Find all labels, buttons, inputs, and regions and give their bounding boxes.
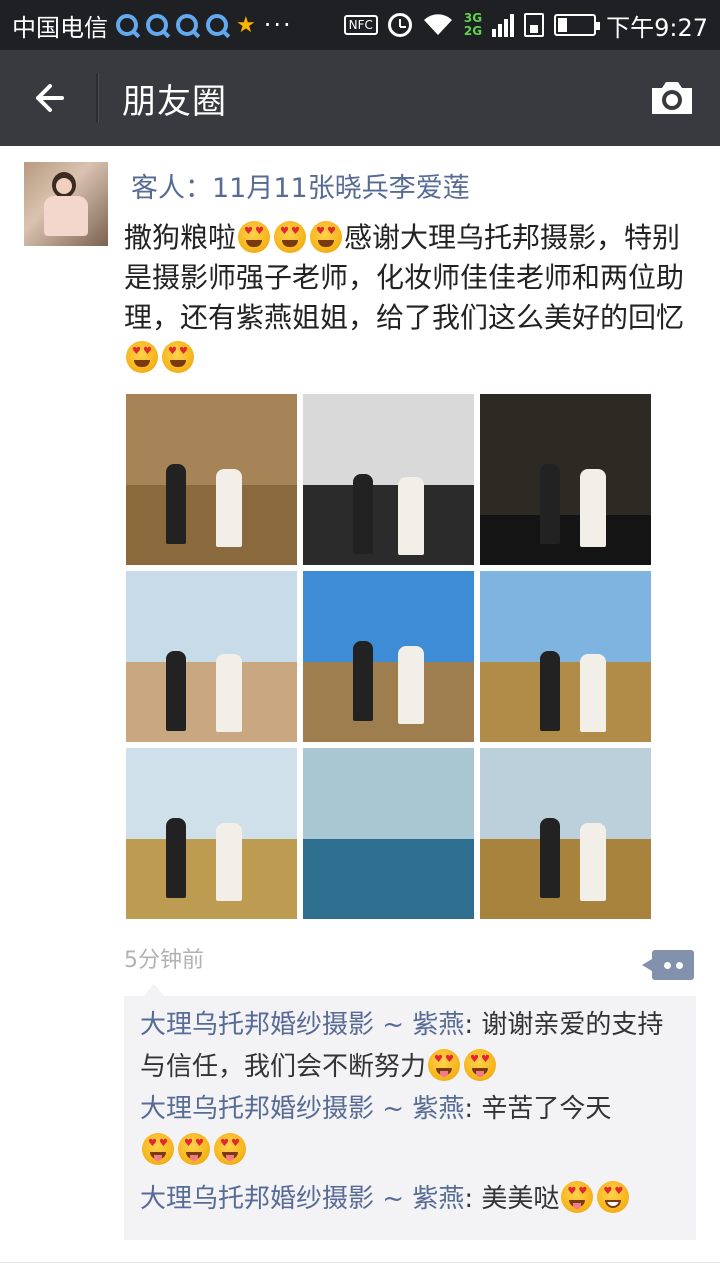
photo-7[interactable]: [126, 748, 297, 919]
carrier-label: 中国电信: [12, 13, 108, 42]
photo-2[interactable]: [303, 394, 474, 565]
comment-author[interactable]: 大理乌托邦婚纱摄影 ~ 紫燕: [140, 1010, 464, 1040]
qq-icon: [206, 14, 228, 36]
grin-emoji-icon: [597, 1181, 630, 1213]
more-dots-icon: ···: [263, 11, 293, 39]
heart-eyes-emoji-icon: [310, 221, 343, 253]
qq-icon: [146, 14, 168, 36]
photo-4[interactable]: [126, 571, 297, 742]
signal-icon: [492, 13, 515, 37]
alarm-icon: [387, 13, 412, 37]
comment-item[interactable]: 大理乌托邦婚纱摄影 ~ 紫燕: 谢谢亲爱的支持与信任，我们会不断努力: [140, 1004, 680, 1088]
camera-button[interactable]: [624, 50, 720, 146]
star-icon: ★: [236, 12, 256, 38]
camera-icon: [652, 82, 692, 114]
qq-icon: [176, 14, 198, 36]
wifi-icon: [422, 13, 454, 37]
comment-item[interactable]: 大理乌托邦婚纱摄影 ~ 紫燕: 辛苦了今天: [140, 1088, 620, 1172]
status-bar: 中国电信 ★ ··· NFC 3G 2G 下午9:27: [0, 0, 720, 50]
comment-item[interactable]: 大理乌托邦婚纱摄影 ~ 紫燕: 美美哒: [140, 1178, 680, 1220]
qq-icon: [116, 14, 138, 36]
tongue-heart-emoji-icon: [178, 1133, 210, 1165]
post-text: 撒狗粮啦感谢大理乌托邦摄影，特别是摄影师强子老师，化妆师佳佳老师和两位助理，还有…: [124, 218, 700, 378]
photo-grid: [126, 394, 652, 919]
heart-eyes-emoji-icon: [238, 221, 271, 253]
arrow-left-icon: [36, 84, 64, 112]
comment-author[interactable]: 大理乌托邦婚纱摄影 ~ 紫燕: [140, 1184, 464, 1214]
back-button[interactable]: [0, 50, 96, 146]
tongue-heart-emoji-icon: [142, 1133, 174, 1165]
post-timestamp: 5分钟前: [124, 948, 204, 973]
photo-1[interactable]: [126, 394, 297, 565]
heart-eyes-emoji-icon: [126, 341, 158, 373]
page-title: 朋友圈: [122, 81, 227, 122]
clock-time: 下午9:27: [606, 13, 708, 42]
app-header: 朋友圈: [0, 50, 720, 146]
sim-icon: [524, 13, 545, 37]
feed-divider: [0, 1262, 720, 1263]
comment-text: : 美美哒: [464, 1184, 560, 1214]
photo-9[interactable]: [480, 748, 651, 919]
comment-author[interactable]: 大理乌托邦婚纱摄影 ~ 紫燕: [140, 1094, 464, 1124]
moments-feed[interactable]: 客人：11月11张晓兵李爱莲 撒狗粮啦感谢大理乌托邦摄影，特别是摄影师强子老师，…: [0, 146, 720, 1280]
photo-3[interactable]: [480, 394, 651, 565]
photo-8[interactable]: [303, 748, 474, 919]
comment-menu-button[interactable]: [642, 950, 694, 980]
battery-fill: [558, 18, 568, 32]
network-type: 3G 2G: [463, 11, 483, 38]
comment-menu-icon: [664, 962, 671, 969]
photo-5[interactable]: [303, 571, 474, 742]
header-divider: [96, 73, 98, 123]
heart-eyes-emoji-icon: [274, 221, 307, 253]
tongue-heart-emoji-icon: [214, 1133, 246, 1165]
tongue-heart-emoji-icon: [561, 1181, 594, 1213]
avatar[interactable]: [24, 162, 108, 246]
comments-box: 大理乌托邦婚纱摄影 ~ 紫燕: 谢谢亲爱的支持与信任，我们会不断努力 大理乌托邦…: [124, 984, 696, 1240]
photo-6[interactable]: [480, 571, 651, 742]
tongue-heart-emoji-icon: [464, 1049, 497, 1081]
tongue-heart-emoji-icon: [428, 1049, 461, 1081]
comment-text: : 辛苦了今天: [464, 1094, 612, 1124]
battery-icon: [554, 14, 601, 36]
post-text-part: 撒狗粮啦: [124, 221, 237, 254]
post-author[interactable]: 客人：11月11张晓兵李爱莲: [131, 166, 470, 205]
nfc-icon: NFC: [343, 15, 378, 35]
heart-eyes-emoji-icon: [162, 341, 194, 373]
